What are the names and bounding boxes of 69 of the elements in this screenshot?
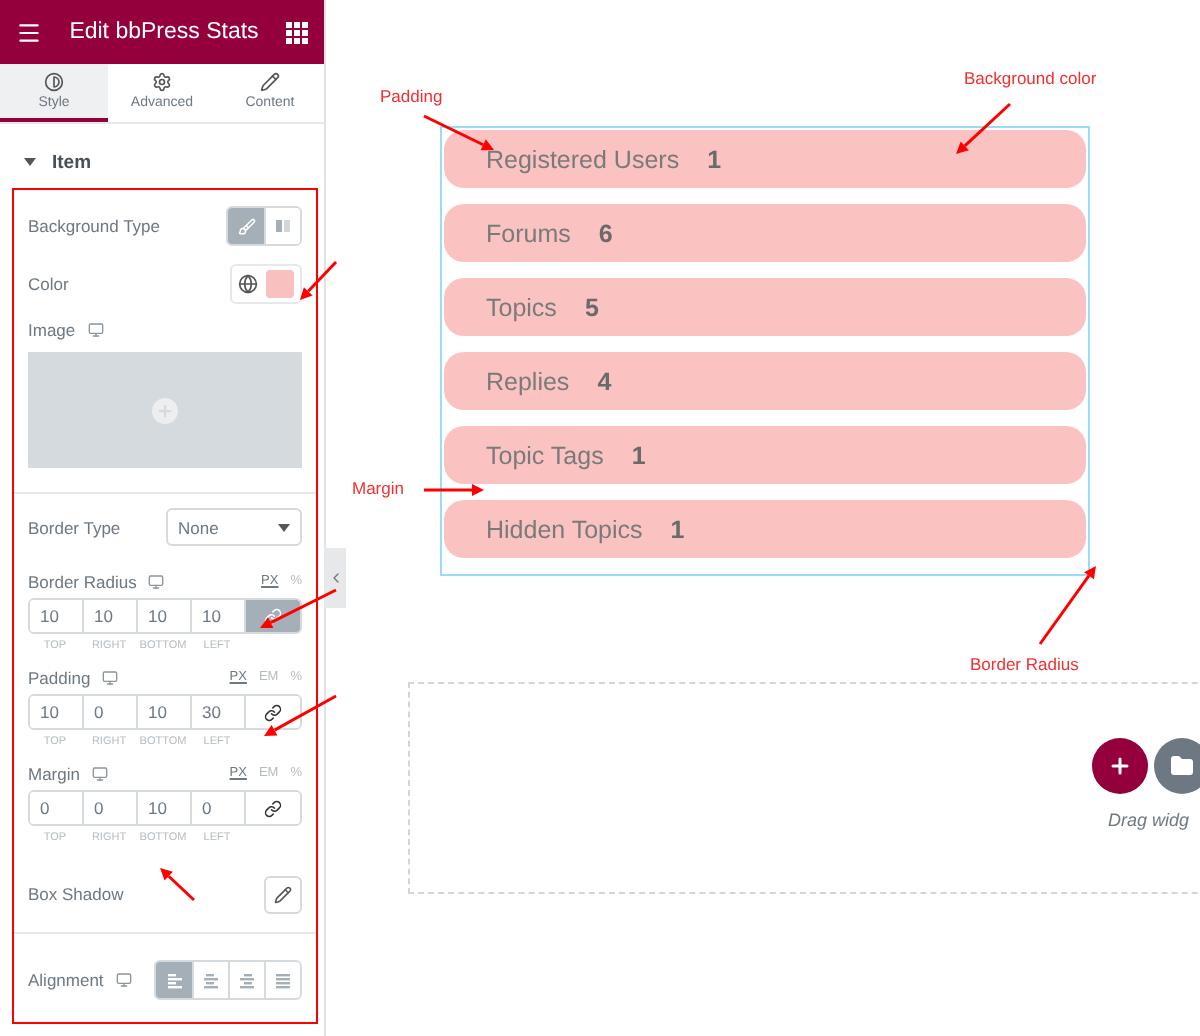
drop-hint: Drag widg [1108,810,1190,830]
control-label: Box Shadow [28,884,124,904]
gear-icon [152,72,172,92]
control-label: Border Radius [28,571,137,591]
stat-value: 4 [597,367,612,395]
monitor-icon[interactable] [148,573,165,589]
align-left-icon [165,971,183,989]
dimension-input[interactable]: 10 [30,696,84,728]
plus-icon [1108,754,1132,778]
align-justify-icon [274,971,292,989]
folder-icon [1170,754,1194,778]
alignment-option[interactable] [156,962,192,998]
monitor-icon[interactable] [115,972,132,988]
arrow [424,484,484,496]
link-icon [264,607,282,625]
add-section-button[interactable] [1092,738,1148,794]
stat-value: 1 [707,145,722,173]
link-icon [264,703,282,721]
collapse-handle[interactable] [324,548,346,608]
annotation-label: Margin [352,478,404,498]
color-swatch[interactable] [266,269,294,297]
align-right-icon [238,971,256,989]
globe-icon[interactable] [238,273,258,293]
control-label: Border Type [28,517,121,537]
arrow [1038,566,1096,645]
annotation-label: Padding [380,86,443,106]
arrow [160,868,196,902]
stat-label: Forums [486,219,571,247]
arrow [956,102,1011,154]
control-label: Padding [28,667,91,687]
gradient-icon [275,218,291,234]
monitor-icon[interactable] [87,322,104,338]
brush-icon [237,217,255,235]
control-label: Image [28,320,76,340]
template-button[interactable] [1154,738,1200,794]
menu-icon[interactable] [16,19,42,45]
control-label: Margin [28,763,80,783]
panel-title: Edit bbPress Stats [69,20,259,44]
stat-value: 1 [670,515,685,543]
align-center-icon [202,971,220,989]
section-title[interactable]: Item [52,151,92,173]
pencil-icon [260,72,280,92]
caret-icon [278,523,290,531]
stat-label: Registered Users [486,145,680,173]
caret-icon[interactable] [24,158,36,166]
contrast-icon [44,72,64,92]
border-type-select[interactable]: None [166,508,302,546]
edit-button[interactable] [264,875,302,913]
control-label: Color [28,273,69,293]
stat-value: 6 [598,219,613,247]
dimension-input[interactable]: 0 [30,792,84,824]
pencil-icon [274,885,292,903]
arrow [423,114,494,151]
control-label: Alignment [28,970,104,990]
control-label: Background Type [28,216,160,236]
stat-label: Replies [486,367,570,395]
link-icon [264,799,282,817]
alignment-option[interactable] [264,962,300,998]
annotation-label: Background color [964,68,1097,88]
monitor-icon[interactable] [102,669,119,685]
monitor-icon[interactable] [91,765,108,781]
stat-value: 5 [584,293,599,321]
stat-label: Topic Tags [486,441,604,469]
dimension-input[interactable]: 10 [30,600,84,632]
stat-label: Topics [486,293,557,321]
stat-value: 1 [631,441,646,469]
apps-grid-icon[interactable] [285,21,308,43]
stat-label: Hidden Topics [486,515,643,543]
annotation-label: Border Radius [970,654,1079,674]
